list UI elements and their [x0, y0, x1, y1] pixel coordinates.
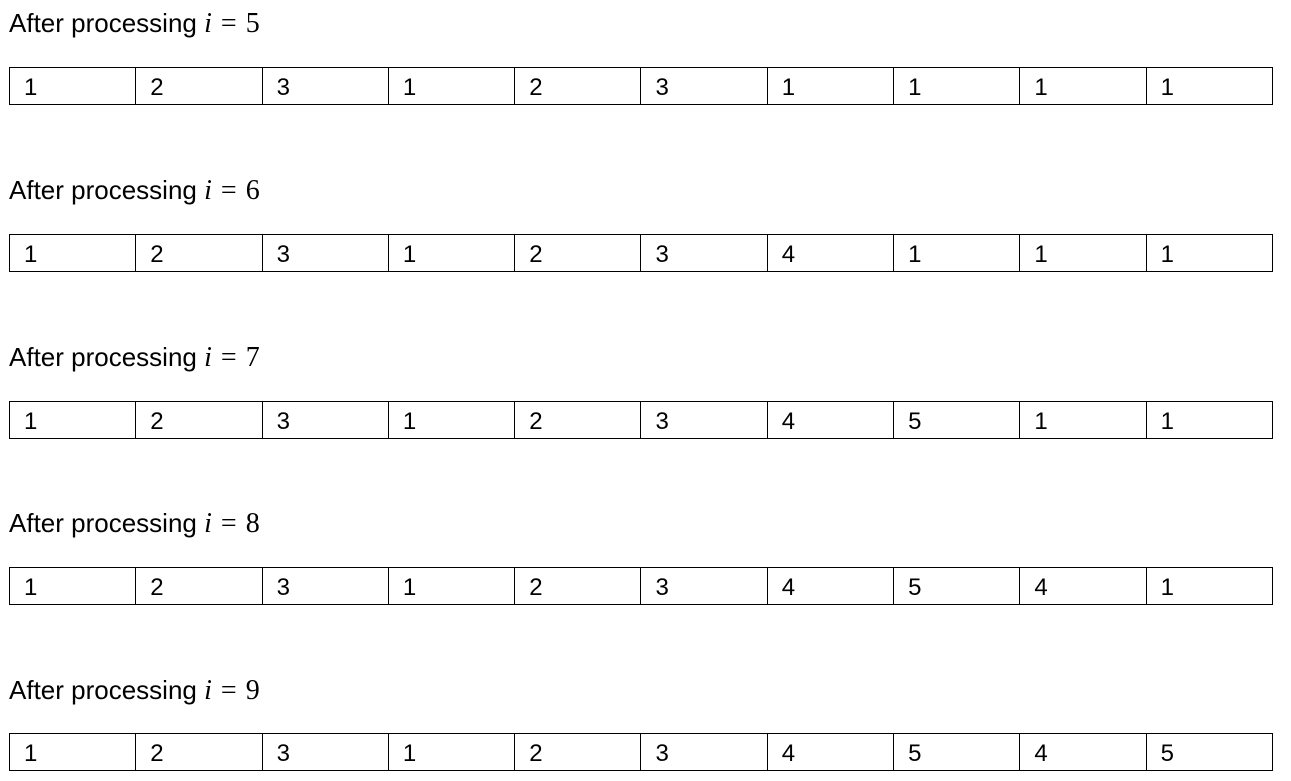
math-equals: = — [220, 175, 237, 206]
step-heading: After processing i = 6 — [9, 173, 260, 208]
math-equals: = — [220, 508, 237, 539]
math-variable: i — [204, 508, 212, 539]
heading-label: After processing — [9, 342, 197, 372]
math-value: 8 — [245, 508, 260, 539]
array-cell: 1 — [10, 568, 137, 604]
array-cell: 3 — [263, 402, 389, 438]
array-cell: 4 — [768, 734, 895, 770]
math-expression: i = 9 — [204, 675, 260, 706]
array-cell: 1 — [1020, 235, 1147, 271]
array-cell: 3 — [641, 568, 768, 604]
array-cell: 2 — [515, 402, 642, 438]
array-cell: 3 — [641, 68, 768, 104]
array-cell: 3 — [263, 235, 389, 271]
array-row: 1 2 3 1 2 3 4 5 4 5 — [9, 733, 1273, 771]
array-cell: 1 — [894, 68, 1021, 104]
heading-label: After processing — [9, 8, 197, 38]
math-value: 6 — [245, 175, 260, 206]
array-cell: 2 — [136, 568, 263, 604]
math-value: 5 — [245, 8, 260, 39]
array-row: 1 2 3 1 2 3 4 5 1 1 — [9, 401, 1273, 439]
array-cell: 2 — [136, 734, 263, 770]
array-cell: 2 — [136, 402, 263, 438]
array-cell: 1 — [389, 734, 516, 770]
array-cell: 1 — [1020, 402, 1147, 438]
array-cell: 2 — [136, 235, 263, 271]
math-variable: i — [204, 342, 212, 373]
array-cell: 3 — [263, 568, 389, 604]
array-cell: 2 — [515, 734, 642, 770]
array-cell: 1 — [768, 68, 895, 104]
array-cell: 1 — [10, 235, 137, 271]
array-cell: 1 — [10, 402, 137, 438]
array-cell: 1 — [894, 235, 1021, 271]
math-variable: i — [204, 175, 212, 206]
array-cell: 2 — [515, 68, 642, 104]
array-cell: 3 — [263, 734, 389, 770]
step-heading: After processing i = 7 — [9, 340, 260, 375]
array-cell: 3 — [263, 68, 389, 104]
math-expression: i = 8 — [204, 508, 260, 539]
math-equals: = — [220, 8, 237, 39]
array-cell: 1 — [10, 734, 137, 770]
array-cell: 1 — [1020, 68, 1147, 104]
array-cell: 2 — [136, 68, 263, 104]
array-cell: 5 — [894, 568, 1021, 604]
array-row: 1 2 3 1 2 3 1 1 1 1 — [9, 67, 1273, 105]
array-cell: 1 — [1160, 241, 1175, 268]
array-cell: 4 — [768, 402, 895, 438]
math-expression: i = 5 — [204, 8, 260, 39]
math-expression: i = 7 — [204, 342, 260, 373]
array-cell: 3 — [641, 734, 768, 770]
math-variable: i — [204, 675, 212, 706]
math-value: 7 — [245, 342, 260, 373]
math-equals: = — [220, 675, 237, 706]
array-cell: 4 — [768, 568, 895, 604]
array-cell: 1 — [1160, 574, 1175, 601]
array-cell: 5 — [894, 734, 1021, 770]
math-value: 9 — [245, 675, 260, 706]
step-heading: After processing i = 5 — [9, 6, 260, 41]
array-cell: 1 — [1160, 408, 1175, 435]
array-cell: 2 — [515, 568, 642, 604]
math-variable: i — [204, 8, 212, 39]
array-cell: 1 — [389, 235, 516, 271]
array-cell: 1 — [389, 568, 516, 604]
array-cell: 1 — [389, 68, 516, 104]
array-cell: 3 — [641, 235, 768, 271]
step-heading: After processing i = 8 — [9, 506, 260, 541]
array-cell: 1 — [10, 68, 137, 104]
heading-label: After processing — [9, 508, 197, 538]
math-expression: i = 6 — [204, 175, 260, 206]
array-cell: 2 — [515, 235, 642, 271]
array-row: 1 2 3 1 2 3 4 5 4 1 — [9, 567, 1273, 605]
heading-label: After processing — [9, 175, 197, 205]
array-cell: 4 — [1020, 568, 1147, 604]
heading-label: After processing — [9, 675, 197, 705]
array-cell: 5 — [1160, 740, 1175, 767]
math-equals: = — [220, 342, 237, 373]
array-cell: 3 — [641, 402, 768, 438]
array-cell: 1 — [389, 402, 516, 438]
array-cell: 4 — [1020, 734, 1147, 770]
array-row: 1 2 3 1 2 3 4 1 1 1 — [9, 234, 1273, 272]
array-cell: 1 — [1160, 74, 1175, 101]
array-cell: 5 — [894, 402, 1021, 438]
array-cell: 4 — [768, 235, 895, 271]
step-heading: After processing i = 9 — [9, 673, 260, 708]
